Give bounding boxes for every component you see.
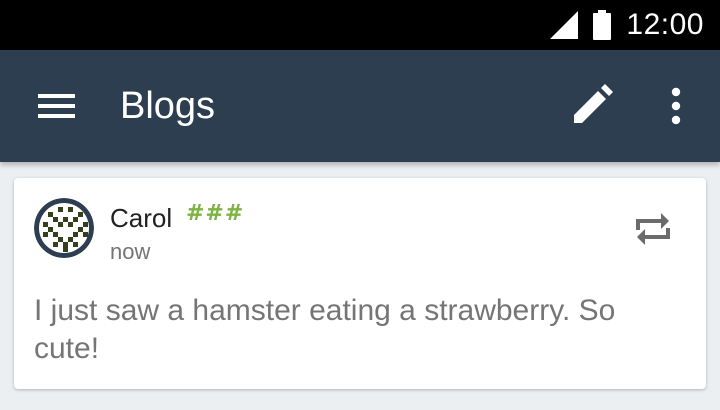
status-bar: 12:00 [0,0,720,50]
battery-icon [593,10,612,40]
app-bar: Blogs [0,50,720,162]
edit-icon[interactable] [568,84,616,128]
signal-icon [550,11,579,39]
post-body: I just saw a hamster eating a strawberry… [34,294,616,365]
app-title: Blogs [120,85,216,127]
post-timestamp: now [110,239,151,264]
overflow-menu-icon[interactable] [654,84,698,128]
author-tag: ### [186,201,245,226]
status-time: 12:00 [626,8,704,41]
avatar[interactable] [34,198,94,258]
menu-icon[interactable] [30,84,78,128]
repost-icon[interactable] [630,206,676,252]
post-card[interactable]: Carol ### now I just saw a hamster eatin… [14,178,706,389]
status-icons: 12:00 [550,0,704,50]
post-author[interactable]: Carol [110,203,172,233]
